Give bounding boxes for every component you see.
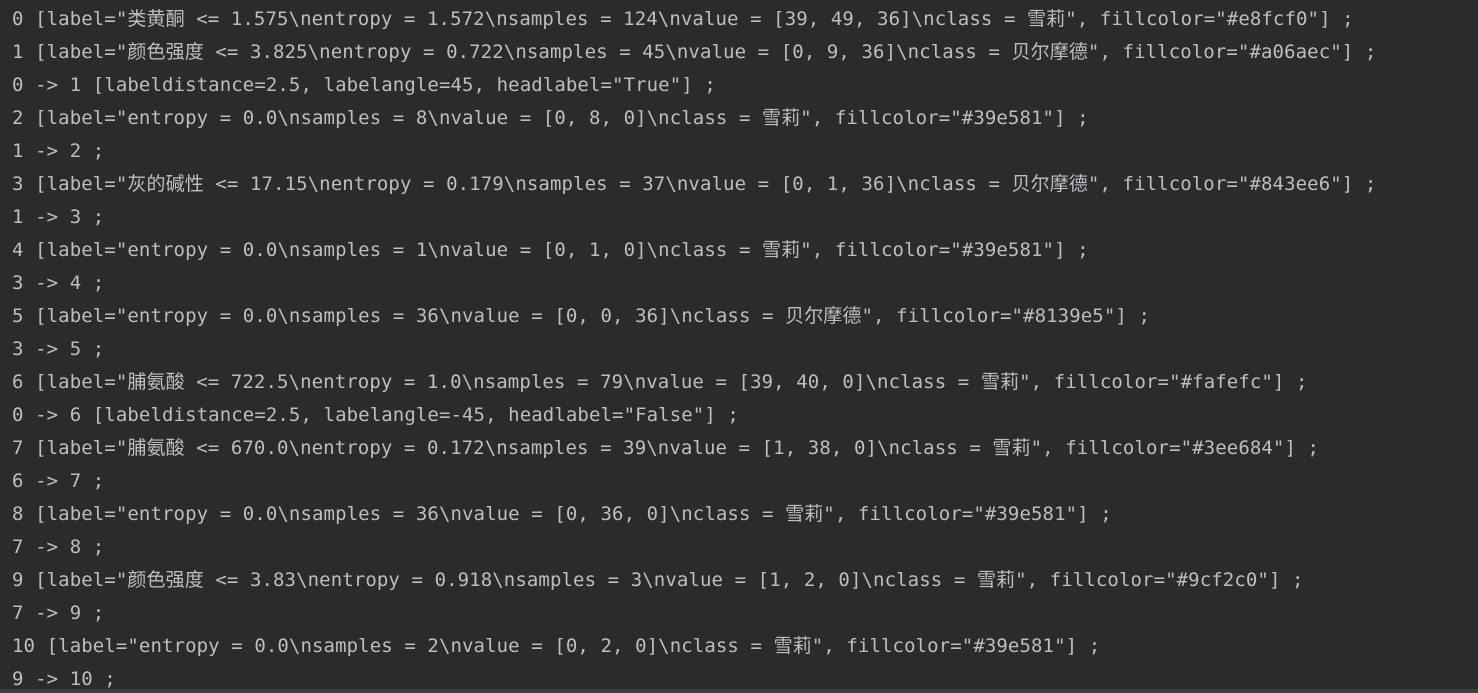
console-line-19: 10 [label="entropy = 0.0\nsamples = 2\nv… [12, 635, 1101, 657]
console-line-17: 9 [label="颜色强度 <= 3.83\nentropy = 0.918\… [12, 569, 1304, 591]
console-line-12: 0 -> 6 [labeldistance=2.5, labelangle=-4… [12, 404, 739, 426]
console-line-13: 7 [label="脯氨酸 <= 670.0\nentropy = 0.172\… [12, 437, 1320, 459]
console-line-6: 1 -> 3 ; [12, 206, 105, 228]
console-output[interactable]: 0 [label="类黄酮 <= 1.575\nentropy = 1.572\… [0, 0, 1478, 693]
console-lines: 0 [label="类黄酮 <= 1.575\nentropy = 1.572\… [12, 3, 1376, 693]
console-line-15: 8 [label="entropy = 0.0\nsamples = 36\nv… [12, 503, 1112, 525]
console-line-2: 0 -> 1 [labeldistance=2.5, labelangle=45… [12, 74, 716, 96]
console-line-8: 3 -> 4 ; [12, 272, 105, 294]
bottom-border [0, 689, 1478, 693]
console-line-16: 7 -> 8 ; [12, 536, 105, 558]
console-line-5: 3 [label="灰的碱性 <= 17.15\nentropy = 0.179… [12, 173, 1377, 195]
console-line-11: 6 [label="脯氨酸 <= 722.5\nentropy = 1.0\ns… [12, 371, 1308, 393]
console-line-1: 1 [label="颜色强度 <= 3.825\nentropy = 0.722… [12, 41, 1377, 63]
console-line-14: 6 -> 7 ; [12, 470, 105, 492]
console-line-3: 2 [label="entropy = 0.0\nsamples = 8\nva… [12, 107, 1089, 129]
console-line-9: 5 [label="entropy = 0.0\nsamples = 36\nv… [12, 305, 1150, 327]
console-line-18: 7 -> 9 ; [12, 602, 105, 624]
console-line-7: 4 [label="entropy = 0.0\nsamples = 1\nva… [12, 239, 1089, 261]
console-line-0: 0 [label="类黄酮 <= 1.575\nentropy = 1.572\… [12, 8, 1354, 30]
console-line-10: 3 -> 5 ; [12, 338, 105, 360]
console-line-4: 1 -> 2 ; [12, 140, 105, 162]
